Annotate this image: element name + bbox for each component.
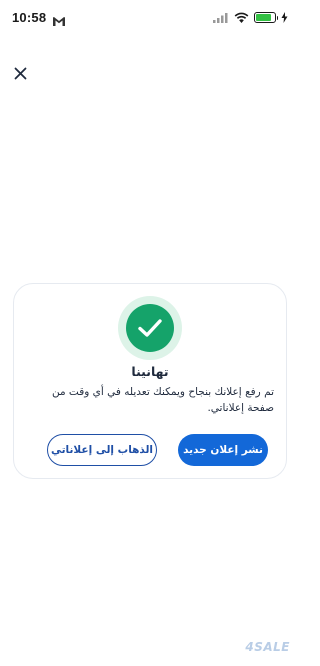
brand-watermark: 4SALE [245, 640, 290, 654]
post-new-ad-button[interactable]: نشر إعلان جديد [178, 434, 268, 466]
wifi-icon [234, 8, 249, 27]
signal-icon [213, 8, 229, 27]
success-dialog: تهانينا تم رفع إعلانك بنجاح ويمكنك تعديل… [13, 283, 287, 479]
charging-icon [281, 8, 288, 27]
close-icon [14, 65, 27, 84]
status-icons [213, 8, 288, 27]
status-time: 10:58 [12, 9, 47, 25]
success-icon-halo [118, 296, 182, 360]
go-to-my-ads-button[interactable]: الذهاب إلى إعلاناتي [47, 434, 157, 466]
status-bar: 10:58 [0, 0, 300, 34]
page: 10:58 تهانينا تم رفع إعلانك بنجاح ويمكنك… [0, 0, 300, 666]
gmail-icon [52, 12, 66, 26]
check-icon [126, 304, 174, 352]
battery-icon [254, 11, 278, 23]
close-button[interactable] [10, 64, 30, 84]
battery-level [256, 13, 272, 21]
dialog-message: تم رفع إعلانك بنجاح ويمكنك تعديله في أي … [51, 386, 274, 414]
dialog-title: تهانينا [131, 364, 169, 379]
